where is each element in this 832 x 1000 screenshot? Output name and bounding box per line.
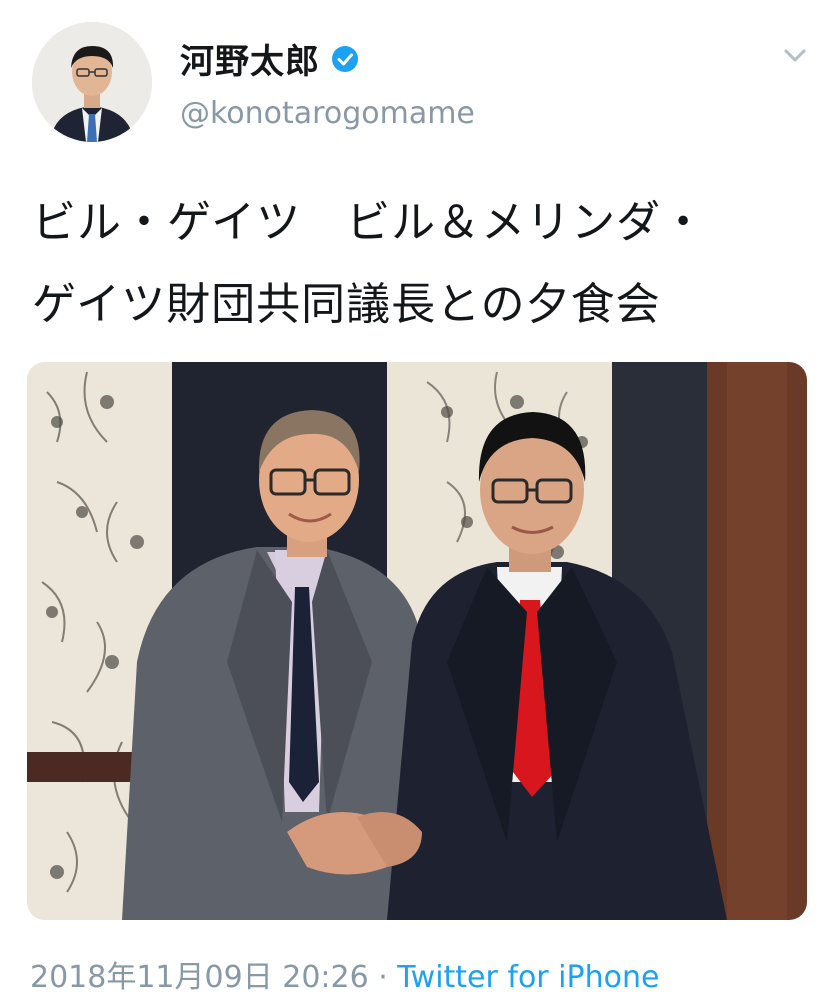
tweet-source-link[interactable]: Twitter for iPhone [397,960,659,995]
tweet-text-line: ビル・ゲイツ ビル＆メリンダ・ [32,197,707,248]
avatar-portrait-icon [32,22,152,142]
tweet-text: ビル・ゲイツ ビル＆メリンダ・ ゲイツ財団共同議長との夕食会 [32,182,812,346]
user-handle[interactable]: @konotarogomame [180,96,475,131]
display-name: 河野太郎 [180,42,320,82]
tweet-footer: 2018年11月09日 20:26 · Twitter for iPhone [30,952,659,996]
photo-handshake-icon [27,362,807,920]
verified-badge-icon [332,45,358,72]
tweet-timestamp[interactable]: 2018年11月09日 20:26 [30,960,369,995]
display-name-link[interactable]: 河野太郎 [180,34,360,83]
tweet-text-line: ゲイツ財団共同議長との夕食会 [32,279,661,330]
chevron-down-icon[interactable] [780,40,810,70]
tweet-photo[interactable] [27,362,807,920]
footer-separator: · [368,960,398,995]
tweet-header: 河野太郎 @konotarogomame [0,0,832,170]
profile-avatar[interactable] [32,22,152,142]
